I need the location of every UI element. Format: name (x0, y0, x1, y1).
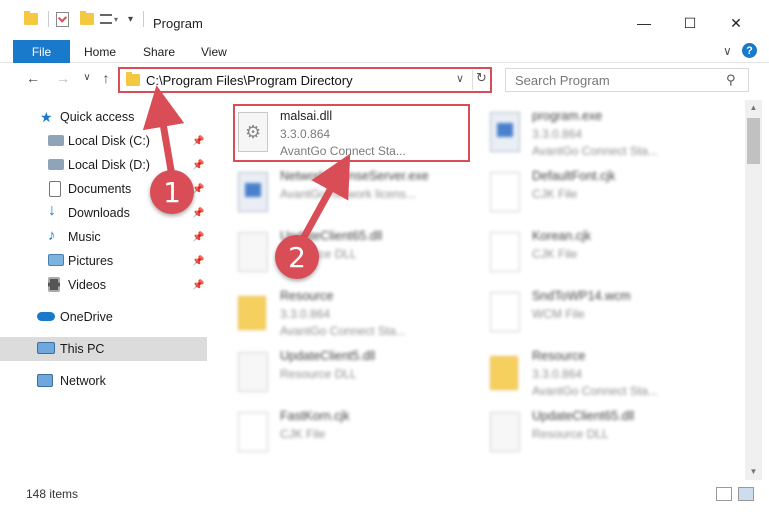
step-1-callout: 1 (150, 170, 194, 214)
tutorial-arrows (142, 85, 351, 250)
arrow-1 (142, 85, 185, 177)
step-2-callout: 2 (275, 235, 319, 279)
